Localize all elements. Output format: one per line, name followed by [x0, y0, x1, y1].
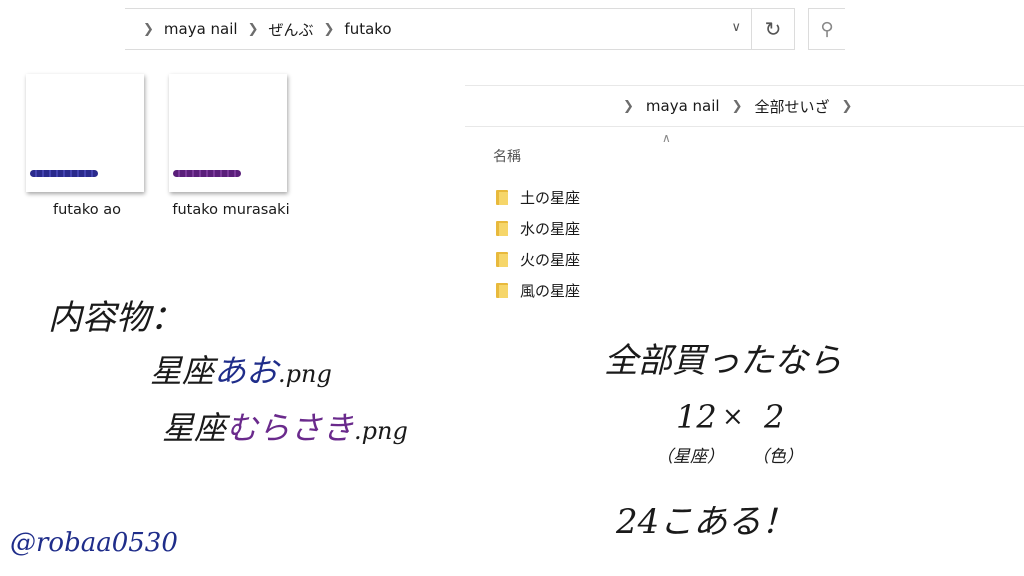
breadcrumb-item[interactable]: futako: [344, 20, 391, 38]
folder-name: 火の星座: [520, 250, 581, 269]
file-note-prefix: 星座: [162, 409, 227, 447]
contents-label: 内容物：: [48, 298, 184, 338]
breadcrumb-item[interactable]: maya nail: [646, 97, 720, 115]
color-word-purple: むらさき: [226, 409, 355, 447]
file-name[interactable]: futako murasaki: [156, 202, 306, 218]
folder-item[interactable]: 火の星座: [496, 246, 580, 272]
refresh-icon: ↻: [764, 17, 782, 41]
bead-strip: [173, 170, 241, 177]
breadcrumb: ❯ maya nail ❯ ぜんぶ ❯ futako: [143, 9, 392, 49]
breadcrumb-item[interactable]: 全部せいざ: [755, 96, 830, 117]
chevron-right-icon: ❯: [247, 21, 259, 37]
search-icon: ⚲: [820, 18, 834, 40]
breadcrumb-item[interactable]: maya nail: [164, 20, 238, 38]
folder-icon: [496, 251, 511, 267]
address-bar[interactable]: ❯ maya nail ❯ ぜんぶ ❯ futako ∨: [125, 8, 752, 50]
breadcrumb: ❯ maya nail ❯ 全部せいざ ❯: [623, 86, 852, 126]
buy-all-note: 全部買ったなら: [604, 341, 842, 381]
file-note-purple: 星座むらさき.png: [162, 403, 408, 449]
chevron-right-icon: ❯: [323, 21, 335, 37]
bead-strip: [30, 170, 98, 177]
folder-name: 水の星座: [520, 219, 581, 238]
count-b-note: （色）: [752, 447, 803, 467]
refresh-button[interactable]: ↻: [752, 8, 795, 50]
result-note: 24こある！: [616, 502, 796, 542]
folder-name: 風の星座: [520, 281, 581, 300]
folder-item[interactable]: 水の星座: [496, 215, 580, 241]
count-a-note: （星座）: [656, 447, 724, 467]
file-name[interactable]: futako ao: [12, 202, 162, 218]
folder-item[interactable]: 風の星座: [496, 277, 580, 303]
folder-name: 土の星座: [520, 188, 581, 207]
search-box[interactable]: ⚲: [808, 8, 845, 50]
folder-icon: [496, 189, 511, 205]
chevron-right-icon: ❯: [143, 21, 154, 37]
count-b: 2: [764, 398, 785, 436]
file-thumbnail[interactable]: [169, 74, 287, 192]
chevron-right-icon: ❯: [623, 98, 634, 114]
file-note-ext: .png: [354, 417, 408, 445]
address-bar[interactable]: ❯ maya nail ❯ 全部せいざ ❯: [465, 85, 1024, 127]
file-note-blue: 星座あお.png: [150, 346, 332, 392]
file-thumbnail[interactable]: [26, 74, 144, 192]
sort-ascending-icon: ∧: [662, 131, 671, 145]
author-handle: @robaa0530: [10, 528, 178, 558]
folder-item[interactable]: 土の星座: [496, 184, 580, 210]
folder-icon: [496, 282, 511, 298]
column-header-name[interactable]: 名稱: [493, 146, 521, 166]
file-note-prefix: 星座: [150, 352, 215, 390]
file-note-ext: .png: [278, 360, 332, 388]
folder-icon: [496, 220, 511, 236]
chevron-right-icon: ❯: [841, 98, 853, 114]
chevron-down-icon[interactable]: ∨: [731, 20, 741, 35]
breadcrumb-item[interactable]: ぜんぶ: [269, 19, 314, 40]
times-sign: ×: [722, 402, 744, 432]
color-word-blue: あお: [214, 352, 279, 390]
count-a: 12: [676, 398, 717, 436]
chevron-right-icon: ❯: [731, 98, 743, 114]
